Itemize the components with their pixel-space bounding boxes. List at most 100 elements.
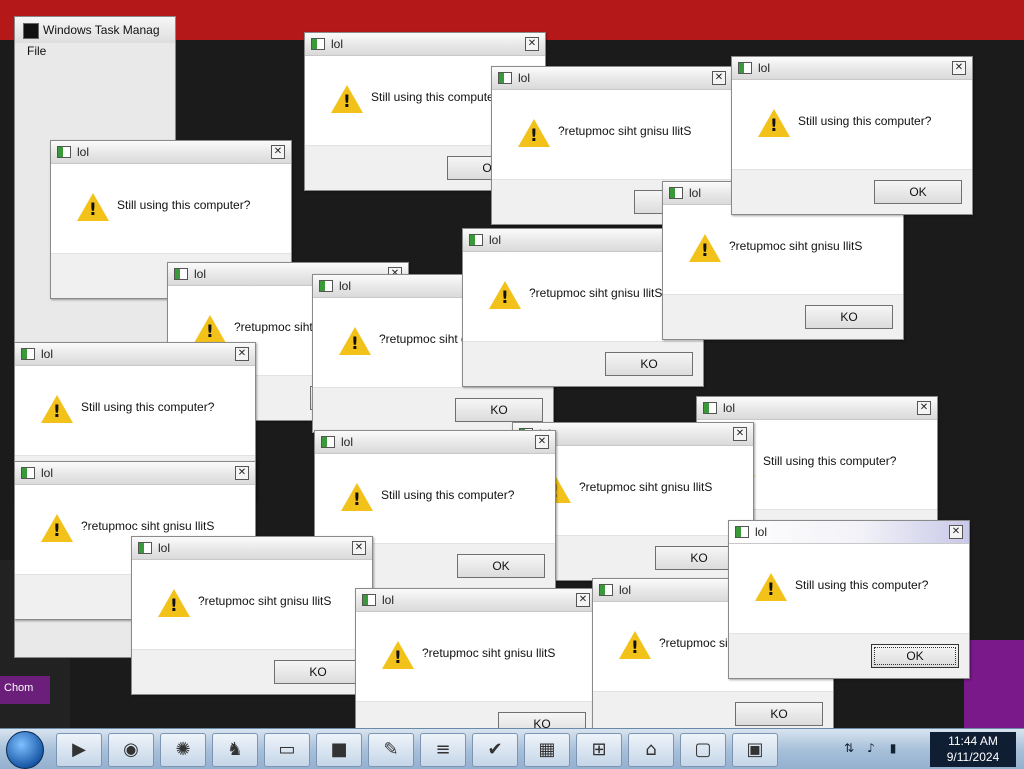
system-tray: ⇅ ♪ ▮ 11:44 AM 9/11/2024 (834, 729, 1024, 769)
warning-icon (689, 234, 721, 262)
dialog-titlebar[interactable]: lol ✕ (492, 67, 732, 90)
chrome-taskbar-label[interactable]: Chom (0, 676, 50, 704)
message-dialog[interactable]: lol✕?retupmoc siht gnisu llitSKO (355, 588, 597, 747)
blackbox-icon[interactable]: ■ (316, 733, 362, 767)
message-dialog[interactable]: lol ✕ ?retupmoc siht gnisu llitS KO (131, 536, 373, 695)
warning-icon (755, 573, 787, 601)
app-icon (319, 280, 333, 292)
app-icon (735, 526, 749, 538)
close-icon[interactable]: ✕ (576, 593, 590, 607)
dialog-title: lol (341, 435, 354, 449)
ok-button[interactable]: OK (871, 644, 959, 668)
network-icon[interactable]: ⇅ (842, 741, 856, 755)
task-manager-titlebar[interactable]: Windows Task Manag (15, 17, 175, 43)
app-icon (21, 348, 35, 360)
paint-icon[interactable]: ✎ (368, 733, 414, 767)
dialog-title: lol (689, 186, 702, 200)
app-icon (738, 62, 752, 74)
warning-icon (758, 109, 790, 137)
warning-icon (194, 315, 226, 343)
globe-icon[interactable]: ◉ (108, 733, 154, 767)
dialog-titlebar[interactable]: lol ✕ (729, 521, 969, 544)
ok-button[interactable]: KO (805, 305, 893, 329)
folder-icon[interactable]: ▭ (264, 733, 310, 767)
dialog-titlebar[interactable]: lol ✕ (51, 141, 291, 164)
dialog-title: lol (382, 593, 395, 607)
close-icon[interactable]: ✕ (949, 525, 963, 539)
task-manager-icon (23, 23, 39, 39)
dialog-titlebar[interactable]: lol ✕ (732, 57, 972, 80)
ok-button[interactable]: KO (735, 702, 823, 726)
ok-button[interactable]: KO (274, 660, 362, 684)
ok-button[interactable]: KO (455, 398, 543, 422)
close-icon[interactable]: ✕ (235, 347, 249, 361)
dialog-titlebar[interactable]: lol ✕ (15, 462, 255, 485)
display-icon[interactable]: ▣ (732, 733, 778, 767)
dialog-message: ?retupmoc siht gnisu llitS (422, 646, 556, 660)
close-icon[interactable]: ✕ (712, 71, 726, 85)
calculator-icon[interactable]: ⊞ (576, 733, 622, 767)
app-icon (669, 187, 683, 199)
speaker-icon[interactable]: ♪ (864, 741, 878, 755)
dialog-footer: KO (663, 294, 903, 339)
warning-icon (331, 85, 363, 113)
warning-icon (518, 119, 550, 147)
dialog-title: lol (339, 279, 352, 293)
close-icon[interactable]: ✕ (952, 61, 966, 75)
dialog-message: ?retupmoc siht gnisu llitS (579, 480, 713, 494)
task-manager-title: Windows Task Manag (43, 23, 160, 37)
dialog-titlebar[interactable]: lol ✕ (356, 589, 596, 612)
clock[interactable]: 11:44 AM 9/11/2024 (930, 732, 1016, 767)
start-button[interactable] (6, 731, 44, 769)
media-player-icon[interactable]: ▶ (56, 733, 102, 767)
message-dialog[interactable]: lol ✕ Still using this computer? OK (731, 56, 973, 215)
dialog-message: ?retupmoc siht gnisu llitS (198, 594, 332, 608)
warning-icon (489, 281, 521, 309)
dialog-title: lol (331, 37, 344, 51)
dialog-message: Still using this computer? (117, 198, 251, 212)
dialog-titlebar[interactable]: lol ✕ (15, 343, 255, 366)
dialog-titlebar[interactable]: lol ✕ (305, 33, 545, 56)
dialog-footer: KO (132, 649, 372, 694)
warning-icon (158, 589, 190, 617)
dialog-message: Still using this computer? (763, 454, 897, 468)
dialog-title: lol (194, 267, 207, 281)
warning-icon (341, 483, 373, 511)
app-icon (321, 436, 335, 448)
notepad-icon[interactable]: ≡ (420, 733, 466, 767)
game-icon[interactable]: ♞ (212, 733, 258, 767)
app-icon (469, 234, 483, 246)
ok-button[interactable]: KO (605, 352, 693, 376)
close-icon[interactable]: ✕ (271, 145, 285, 159)
dialog-titlebar[interactable]: lol ✕ (697, 397, 937, 420)
close-icon[interactable]: ✕ (525, 37, 539, 51)
dialog-title: lol (518, 71, 531, 85)
message-dialog[interactable]: lol ✕ Still using this computer? OK (728, 520, 970, 679)
dialog-message: ?retupmoc siht gnisu llitS (558, 124, 692, 138)
warning-icon (77, 193, 109, 221)
dialog-message: Still using this computer? (381, 488, 515, 502)
device-icon[interactable]: ▮ (886, 741, 900, 755)
clock-date: 9/11/2024 (946, 750, 1000, 764)
ok-button[interactable]: OK (874, 180, 962, 204)
check-icon[interactable]: ✔ (472, 733, 518, 767)
warning-icon (41, 514, 73, 542)
menu-file[interactable]: File (27, 44, 46, 58)
maze-icon[interactable]: ▦ (524, 733, 570, 767)
dialog-message: ?retupmoc siht gnisu llitS (81, 519, 215, 533)
dialog-title: lol (77, 145, 90, 159)
dialog-titlebar[interactable]: lol ✕ (132, 537, 372, 560)
close-icon[interactable]: ✕ (352, 541, 366, 555)
dialog-footer: OK (732, 169, 972, 214)
dialog-titlebar[interactable]: lol ✕ (315, 431, 555, 454)
ok-button[interactable]: OK (457, 554, 545, 578)
close-icon[interactable]: ✕ (535, 435, 549, 449)
dialog-title: lol (158, 541, 171, 555)
close-icon[interactable]: ✕ (917, 401, 931, 415)
window-icon[interactable]: ▢ (680, 733, 726, 767)
dialog-title: lol (489, 233, 502, 247)
firefox-icon[interactable]: ✺ (160, 733, 206, 767)
monitor-icon[interactable]: ⌂ (628, 733, 674, 767)
close-icon[interactable]: ✕ (733, 427, 747, 441)
close-icon[interactable]: ✕ (235, 466, 249, 480)
